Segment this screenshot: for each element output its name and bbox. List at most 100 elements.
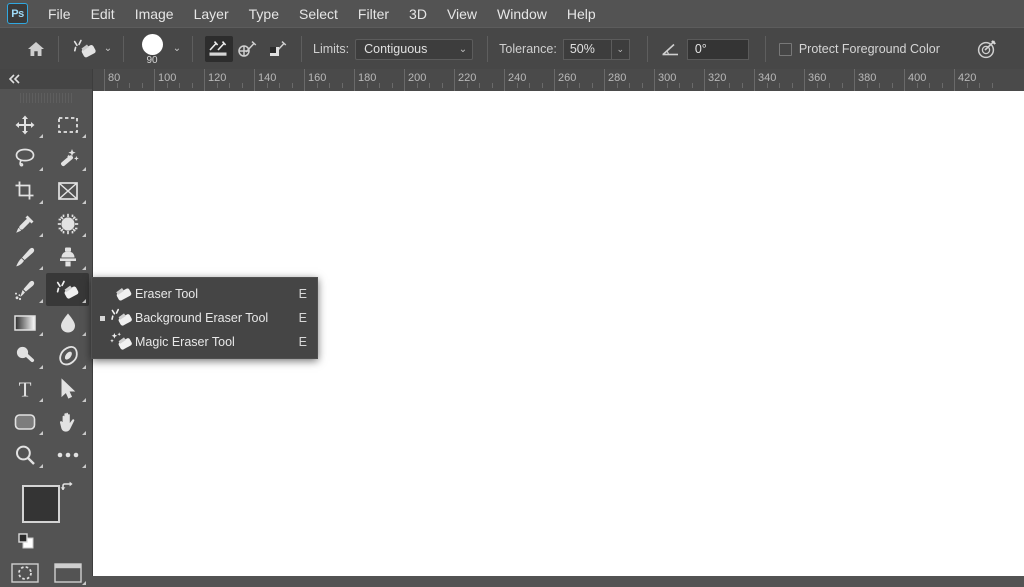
tool-hand[interactable] (46, 405, 89, 438)
tool-preset-picker[interactable]: ⌄ (70, 34, 116, 64)
foreground-color-swatch[interactable] (22, 485, 60, 523)
rectangular-marquee-tool-icon (57, 116, 78, 133)
tolerance-chevron-down-icon[interactable]: ⌄ (610, 38, 630, 60)
tools-panel-header[interactable] (0, 69, 92, 89)
protect-foreground-color-row[interactable]: Protect Foreground Color (778, 42, 940, 56)
menu-item-image[interactable]: Image (126, 4, 183, 24)
tool-edit-toolbar[interactable] (46, 438, 89, 471)
ruler-minor-tick (166, 83, 168, 88)
tool-options-bar: ⌄ 90 ⌄ Limits: Contiguous ⌄ Tolerance: 5… (0, 27, 1024, 71)
photoshop-logo-icon[interactable]: Ps (7, 3, 28, 24)
tool-clone-stamp[interactable] (46, 240, 89, 273)
menu-item-help[interactable]: Help (558, 4, 605, 24)
flyout-item-eraser-tool[interactable]: Eraser Tool E (92, 282, 317, 306)
crop-tool-icon (15, 181, 33, 199)
ruler-major-tick (954, 69, 955, 91)
ruler-major-tick (504, 69, 505, 91)
menu-item-view[interactable]: View (438, 4, 486, 24)
tool-frame[interactable] (46, 174, 89, 207)
ruler-major-tick (104, 69, 105, 91)
tool-eyedropper[interactable] (3, 207, 46, 240)
tool-eraser[interactable] (46, 273, 89, 306)
ruler-major-tick (304, 69, 305, 91)
options-separator-3 (192, 36, 193, 62)
sampling-continuous-button[interactable] (205, 36, 233, 62)
ruler-minor-tick (791, 83, 793, 88)
background-eraser-icon (109, 307, 135, 329)
tool-object-selection[interactable] (46, 141, 89, 174)
ruler-minor-tick (466, 83, 468, 88)
ruler-minor-tick (141, 83, 143, 88)
move-tool-icon (15, 115, 34, 134)
menu-item-layer[interactable]: Layer (185, 4, 238, 24)
horizontal-ruler[interactable]: 80 100 120 140 160 180 200 220 240 260 280 300 320 34… (92, 69, 1024, 92)
ruler-minor-tick (641, 83, 643, 88)
eyedropper-tool-icon (15, 215, 33, 233)
tolerance-label: Tolerance: (499, 42, 557, 56)
tool-lasso[interactable] (3, 141, 46, 174)
brush-preset-picker[interactable]: 90 ⌄ (135, 28, 185, 70)
ruler-minor-tick (991, 83, 993, 88)
menu-item-3d[interactable]: 3D (400, 4, 436, 24)
tool-crop[interactable] (3, 174, 46, 207)
limits-select[interactable]: Contiguous ⌄ (355, 38, 474, 60)
quick-mask-button[interactable] (3, 559, 46, 587)
tool-path-selection[interactable] (46, 372, 89, 405)
flyout-item-magic-eraser-tool[interactable]: Magic Eraser Tool E (92, 330, 317, 354)
menu-item-select[interactable]: Select (290, 4, 347, 24)
home-button[interactable] (21, 35, 51, 63)
tool-spot-healing-brush[interactable] (46, 207, 89, 240)
angle-control: 0° (655, 38, 749, 60)
tool-zoom[interactable] (3, 438, 46, 471)
tool-gradient[interactable] (3, 306, 46, 339)
swap-colors-icon[interactable] (60, 481, 76, 497)
tool-brush[interactable] (3, 240, 46, 273)
sampling-once-button[interactable] (235, 36, 263, 62)
sampling-background-swatch-button[interactable] (265, 36, 293, 62)
ruler-minor-tick (616, 83, 618, 88)
tools-panel-grip[interactable] (20, 93, 72, 103)
protect-foreground-color-checkbox[interactable] (778, 42, 792, 56)
tool-flyout-corner-icon (82, 431, 86, 435)
menu-item-edit[interactable]: Edit (82, 4, 124, 24)
ruler-minor-tick (341, 83, 343, 88)
ruler-minor-tick (116, 83, 118, 88)
tool-flyout-corner-icon (39, 266, 43, 270)
tool-rectangle[interactable] (3, 405, 46, 438)
double-chevron-left-icon[interactable] (8, 74, 22, 84)
ruler-minor-tick (891, 83, 893, 88)
menu-item-file[interactable]: File (39, 4, 80, 24)
tablet-pressure-size-button[interactable] (972, 35, 1002, 63)
brush-preset-caret[interactable]: ⌄ (169, 44, 185, 54)
ruler-minor-tick (229, 83, 230, 88)
tool-blur[interactable] (46, 306, 89, 339)
flyout-item-background-eraser-tool[interactable]: Background Eraser Tool E (92, 306, 317, 330)
tool-rectangular-marquee[interactable] (46, 108, 89, 141)
ruler-minor-tick (329, 83, 330, 88)
menu-item-window[interactable]: Window (488, 4, 556, 24)
angle-input[interactable]: 0° (686, 38, 749, 60)
tool-dodge[interactable] (3, 339, 46, 372)
tool-history-brush[interactable] (3, 273, 46, 306)
ruler-minor-tick (729, 83, 730, 88)
ruler-minor-tick (941, 83, 943, 88)
tool-pen[interactable] (46, 339, 89, 372)
default-colors-icon[interactable] (18, 533, 34, 549)
tool-move[interactable] (3, 108, 46, 141)
tolerance-input[interactable]: 50% (562, 38, 611, 60)
screen-mode-button[interactable] (46, 559, 89, 587)
flyout-item-label: Background Eraser Tool (135, 311, 269, 325)
sampling-mode-group (204, 36, 294, 62)
options-separator-1 (58, 36, 59, 62)
menu-item-type[interactable]: Type (240, 4, 288, 24)
menu-item-filter[interactable]: Filter (349, 4, 398, 24)
options-separator-4 (301, 36, 302, 62)
ruler-minor-tick (929, 83, 930, 88)
ruler-minor-tick (179, 83, 180, 88)
hand-tool-icon (59, 412, 74, 432)
tool-horizontal-type[interactable]: T (3, 372, 46, 405)
ruler-minor-tick (591, 83, 593, 88)
ellipsis-icon (57, 452, 78, 457)
tool-preset-caret[interactable]: ⌄ (100, 44, 116, 54)
tool-flyout-corner-icon (82, 332, 86, 336)
